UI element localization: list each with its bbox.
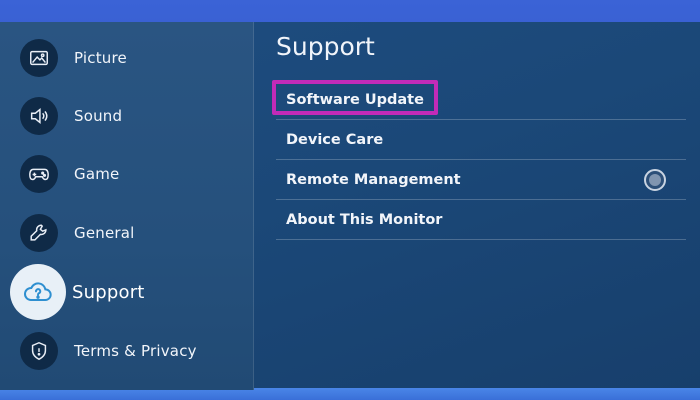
menu-item-remote-management[interactable]: Remote Management (276, 160, 686, 200)
sidebar-item-sound[interactable]: Sound (20, 94, 250, 138)
sidebar-item-label: Game (74, 165, 120, 183)
toggle-knob (649, 174, 661, 186)
sidebar-item-picture[interactable]: Picture (20, 36, 250, 80)
menu-item-label: Device Care (286, 131, 384, 148)
sidebar-item-label: Sound (74, 107, 123, 125)
wrench-icon (20, 214, 58, 252)
sidebar-item-label: Support (72, 281, 145, 303)
settings-sidebar: Picture Sound Game General Support Terms… (0, 22, 254, 390)
menu-item-device-care[interactable]: Device Care (276, 120, 686, 160)
sidebar-item-general[interactable]: General (20, 211, 250, 255)
cloud-help-icon (10, 264, 66, 320)
sidebar-item-support[interactable]: Support (10, 264, 240, 320)
page-title: Support (276, 32, 375, 61)
picture-icon (20, 39, 58, 77)
sidebar-item-label: Picture (74, 49, 127, 67)
sidebar-item-game[interactable]: Game (20, 152, 250, 196)
support-panel: Support Software Update Device Care Remo… (256, 22, 700, 390)
remote-management-toggle[interactable] (644, 169, 666, 191)
menu-item-about-this-monitor[interactable]: About This Monitor (276, 200, 686, 240)
shield-icon (20, 332, 58, 370)
game-controller-icon (20, 155, 58, 193)
menu-item-label: Remote Management (286, 171, 461, 188)
sidebar-item-terms-privacy[interactable]: Terms & Privacy (20, 329, 250, 373)
sound-icon (20, 97, 58, 135)
focus-highlight (272, 80, 438, 115)
menu-item-label: About This Monitor (286, 211, 443, 228)
sidebar-item-label: Terms & Privacy (74, 342, 197, 360)
sidebar-item-label: General (74, 224, 135, 242)
